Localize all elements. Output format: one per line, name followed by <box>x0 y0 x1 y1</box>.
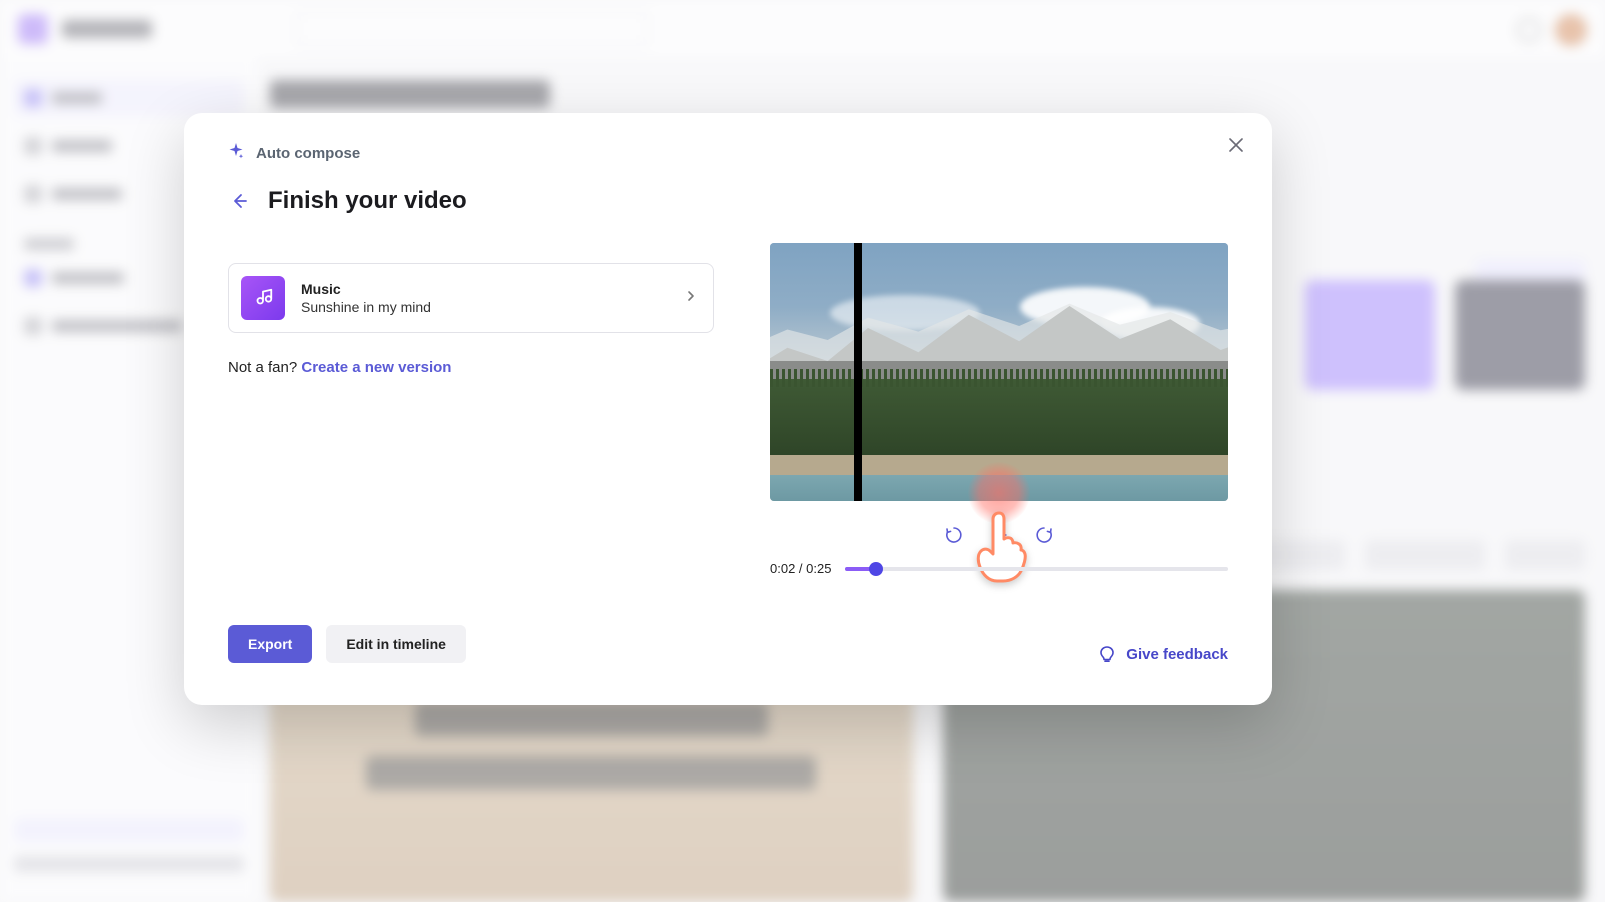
modal-title: Finish your video <box>268 187 467 215</box>
music-selector[interactable]: Music Sunshine in my mind <box>228 263 714 333</box>
close-button[interactable] <box>1222 131 1250 159</box>
rewind-icon <box>944 525 964 545</box>
forward-button[interactable] <box>1031 522 1057 548</box>
back-button[interactable] <box>228 190 250 212</box>
auto-compose-label: Auto compose <box>228 143 360 163</box>
music-track-name: Sunshine in my mind <box>301 299 669 315</box>
seek-track[interactable] <box>845 567 1228 571</box>
auto-compose-text: Auto compose <box>256 145 360 162</box>
music-icon <box>241 276 285 320</box>
regenerate-prompt: Not a fan? Create a new version <box>228 359 451 376</box>
seek-thumb[interactable] <box>869 562 883 576</box>
transition-divider <box>854 243 862 501</box>
edit-in-timeline-button[interactable]: Edit in timeline <box>326 625 466 663</box>
video-thumbnail[interactable] <box>770 243 1228 501</box>
forward-icon <box>1034 525 1054 545</box>
play-icon <box>995 527 1007 543</box>
play-button[interactable] <box>983 519 1015 551</box>
rewind-button[interactable] <box>941 522 967 548</box>
chevron-right-icon <box>685 289 697 307</box>
music-heading: Music <box>301 281 669 297</box>
arrow-left-icon <box>230 192 248 210</box>
export-button[interactable]: Export <box>228 625 312 663</box>
not-a-fan-text: Not a fan? <box>228 359 301 376</box>
timecode: 0:02 / 0:25 <box>770 561 831 576</box>
finish-video-modal: Auto compose Finish your video Music Sun… <box>184 113 1272 705</box>
player-controls <box>770 515 1228 555</box>
seek-row: 0:02 / 0:25 <box>770 561 1228 576</box>
give-feedback-link[interactable]: Give feedback <box>1098 645 1228 663</box>
give-feedback-text: Give feedback <box>1126 646 1228 663</box>
close-icon <box>1229 138 1243 152</box>
video-preview-pane: 0:02 / 0:25 <box>770 243 1228 576</box>
lightbulb-icon <box>1098 645 1116 663</box>
create-new-version-link[interactable]: Create a new version <box>301 359 451 376</box>
sparkle-icon <box>228 143 244 163</box>
